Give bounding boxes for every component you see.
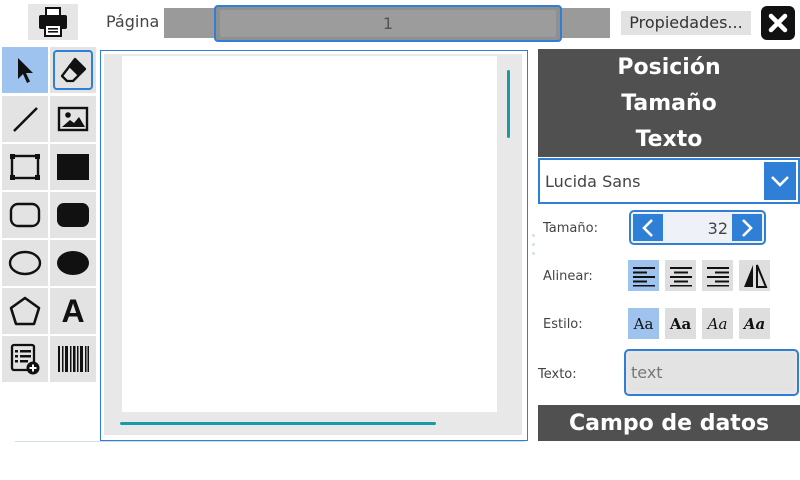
rounded-rect-outline-icon xyxy=(9,202,41,228)
ellipse-filled-tool[interactable] xyxy=(50,240,96,286)
size-increase-button[interactable] xyxy=(732,214,762,241)
text-label: Texto: xyxy=(538,367,577,382)
select-tool[interactable] xyxy=(2,47,48,93)
barcode-tool[interactable] xyxy=(50,336,96,382)
vertical-scrollbar[interactable] xyxy=(507,70,510,138)
style-regular-button[interactable]: Aa xyxy=(628,308,659,339)
properties-sections: Posición Tamaño Texto xyxy=(538,49,800,157)
page-number-field[interactable]: 1 xyxy=(214,5,562,42)
font-dropdown-button[interactable] xyxy=(764,162,796,200)
horizontal-scrollbar[interactable] xyxy=(120,422,436,425)
eraser-tool[interactable] xyxy=(50,47,96,93)
section-size[interactable]: Tamaño xyxy=(538,85,800,121)
polygon-tool[interactable] xyxy=(2,288,48,334)
image-tool[interactable] xyxy=(50,96,96,142)
image-icon xyxy=(57,106,89,132)
eraser-icon xyxy=(60,57,87,83)
page-label: Página xyxy=(106,12,160,31)
section-data-field[interactable]: Campo de datos xyxy=(538,405,800,441)
style-bold-button[interactable]: Aa xyxy=(665,308,696,339)
mirror-button[interactable] xyxy=(739,260,770,291)
bottom-divider xyxy=(15,441,525,442)
style-italic-button[interactable]: Aa xyxy=(702,308,733,339)
rectangle-filled-icon xyxy=(57,154,89,180)
align-right-button[interactable] xyxy=(702,260,733,291)
label-canvas[interactable] xyxy=(122,56,497,412)
align-left-button[interactable] xyxy=(628,260,659,291)
line-tool[interactable] xyxy=(2,96,48,142)
align-right-icon xyxy=(706,266,729,286)
properties-button[interactable]: Propiedades... xyxy=(621,11,751,35)
ellipse-outline-tool[interactable] xyxy=(2,240,48,286)
align-label: Alinear: xyxy=(543,269,593,284)
page-number-value[interactable]: 1 xyxy=(220,10,556,37)
ellipse-outline-icon xyxy=(8,250,42,276)
size-decrease-button[interactable] xyxy=(633,214,663,241)
rounded-rect-outline-tool[interactable] xyxy=(2,192,48,238)
text-input[interactable]: text xyxy=(624,349,799,396)
rounded-rect-filled-tool[interactable] xyxy=(50,192,96,238)
chevron-right-icon xyxy=(742,218,753,237)
font-size-stepper[interactable]: 32 xyxy=(629,210,766,245)
barcode-icon xyxy=(58,346,89,372)
panel-resize-handle[interactable] xyxy=(532,234,535,255)
text-input-value[interactable]: text xyxy=(629,354,794,391)
rectangle-outline-icon xyxy=(10,154,40,180)
close-button[interactable] xyxy=(761,6,795,40)
font-select[interactable]: Lucida Sans xyxy=(538,158,800,204)
chevron-down-icon xyxy=(771,176,789,187)
printer-icon xyxy=(39,7,67,37)
style-label: Estilo: xyxy=(543,317,583,332)
add-data-field-tool[interactable] xyxy=(2,336,48,382)
add-data-field-icon xyxy=(10,343,40,375)
style-bold-italic-button[interactable]: Aa xyxy=(739,308,770,339)
rectangle-filled-tool[interactable] xyxy=(50,144,96,190)
font-name: Lucida Sans xyxy=(545,172,641,191)
text-tool-icon: A xyxy=(61,293,85,329)
polygon-icon xyxy=(9,296,41,326)
align-left-icon xyxy=(632,266,655,286)
rounded-rect-filled-icon xyxy=(57,203,89,227)
size-label: Tamaño: xyxy=(543,221,598,236)
mirror-icon xyxy=(743,264,767,288)
section-text[interactable]: Texto xyxy=(538,121,800,157)
line-icon xyxy=(13,107,38,132)
font-size-value[interactable]: 32 xyxy=(708,212,728,245)
section-position[interactable]: Posición xyxy=(538,49,800,85)
text-tool[interactable]: A xyxy=(50,288,96,334)
print-button[interactable] xyxy=(28,4,78,40)
close-icon xyxy=(768,13,788,33)
select-arrow-icon xyxy=(18,58,33,83)
rectangle-outline-tool[interactable] xyxy=(2,144,48,190)
align-center-button[interactable] xyxy=(665,260,696,291)
ellipse-filled-icon xyxy=(57,251,89,275)
align-center-icon xyxy=(669,266,692,286)
chevron-left-icon xyxy=(642,218,653,237)
